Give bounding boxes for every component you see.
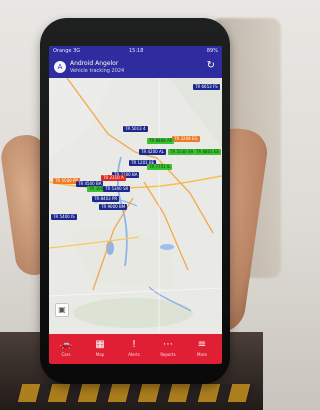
- menu-icon: ≡: [197, 339, 207, 350]
- map-marker[interactable]: TR 3208 EG: [172, 136, 200, 142]
- map-marker[interactable]: TR 2310 A: [101, 175, 126, 181]
- alert-icon: !: [131, 339, 136, 350]
- bottom-nav-label: Map: [95, 352, 105, 357]
- map-marker[interactable]: TR 8801 EE: [194, 149, 221, 155]
- map-marker[interactable]: TR 5400 IS: [51, 214, 77, 220]
- bottom-nav-map[interactable]: ▦ Map: [83, 334, 117, 364]
- battery: 89%: [206, 48, 218, 54]
- map-marker[interactable]: TR 5013 4: [123, 126, 148, 132]
- map-marker[interactable]: TR 7751 IL: [147, 164, 173, 170]
- app-logo: A: [54, 61, 66, 73]
- map-marker[interactable]: TR 6653 FS: [193, 84, 220, 90]
- phone-screen: Orange 3G 15:18 89% A Android Angelor Ve…: [49, 46, 222, 364]
- app-title: Android Angelor: [70, 60, 119, 67]
- car-icon: 🚗: [59, 339, 73, 350]
- bottom-nav-cars[interactable]: 🚗 Cars: [49, 334, 83, 364]
- bottom-nav-label: Alerts: [128, 352, 140, 357]
- map-marker[interactable]: TR 5300 SR: [103, 186, 131, 192]
- map-icon: ▦: [95, 339, 105, 350]
- status-bar: Orange 3G 15:18 89%: [49, 46, 222, 56]
- bottom-nav-label: More: [197, 352, 207, 357]
- app-header: A Android Angelor Vehicle tracking 2024 …: [49, 56, 222, 78]
- map-background: [49, 78, 222, 334]
- refresh-icon[interactable]: ↻: [207, 60, 215, 72]
- mat-stripe: [17, 384, 256, 402]
- reports-icon: ⋯: [163, 339, 173, 350]
- app-subtitle: Vehicle tracking 2024: [70, 68, 125, 74]
- bottom-nav-more[interactable]: ≡ More: [185, 334, 219, 364]
- bottom-nav-alerts[interactable]: ! Alerts: [117, 334, 151, 364]
- map-marker[interactable]: TR 8403 PR: [92, 196, 120, 202]
- map-marker[interactable]: TR 8808 AP: [147, 138, 175, 144]
- bottom-nav-label: Cars: [61, 352, 71, 357]
- bottom-nav-reports[interactable]: ⋯ Reports: [151, 334, 185, 364]
- bottom-nav-label: Reports: [160, 352, 176, 357]
- time: 15:18: [129, 48, 144, 54]
- map-marker[interactable]: TR 4200 AL: [139, 149, 166, 155]
- bottom-nav: 🚗 Cars ▦ Map ! Alerts ⋯ Reports ≡ More: [49, 334, 222, 364]
- carrier: Orange 3G: [53, 48, 81, 54]
- map-marker[interactable]: TR 9000 BM: [99, 204, 128, 210]
- map[interactable]: TR 6653 FS TR 5013 4 TR 3208 EG TR 8808 …: [49, 78, 222, 334]
- map-layers-icon[interactable]: ▣: [55, 303, 69, 317]
- map-marker[interactable]: TR 5530 SR: [168, 149, 196, 155]
